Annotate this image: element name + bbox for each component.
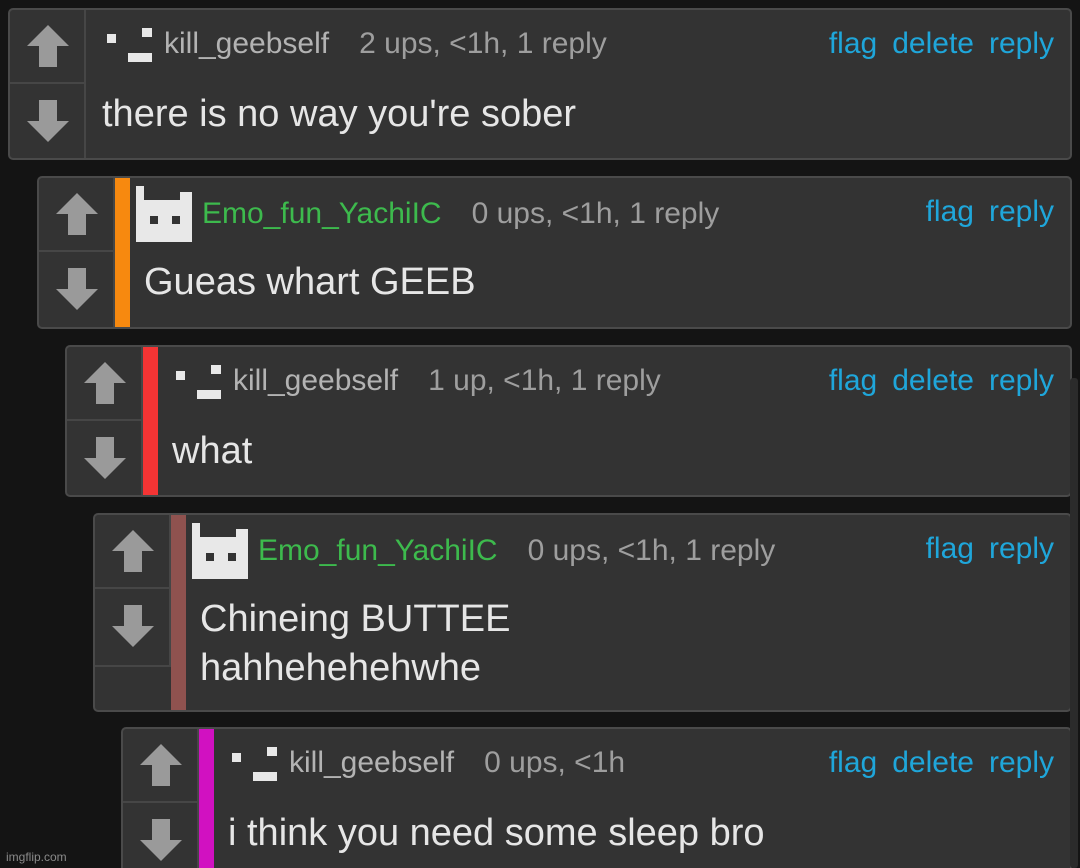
- vote-column: [67, 347, 143, 495]
- downvote-button[interactable]: [39, 252, 115, 326]
- avatar: [232, 747, 277, 781]
- flag-link[interactable]: flag: [829, 364, 877, 398]
- comment: kill_geebself 0 ups, <1h flag delete rep…: [121, 727, 1072, 868]
- upvote-button[interactable]: [10, 10, 86, 84]
- flag-link[interactable]: flag: [926, 532, 974, 566]
- comment-actions: flag reply: [926, 529, 1054, 569]
- watermark: imgflip.com: [6, 850, 67, 864]
- comment-text: there is no way you're sober: [102, 93, 577, 135]
- arrow-up-icon: [56, 193, 98, 235]
- comment-text: Gueas whart GEEB: [144, 261, 476, 303]
- downvote-button[interactable]: [10, 84, 86, 158]
- username[interactable]: kill_geebself: [233, 364, 398, 398]
- arrow-down-icon: [112, 605, 154, 647]
- comment-text: what: [172, 430, 253, 472]
- comment: Emo_fun_YachiIC 0 ups, <1h, 1 reply flag…: [37, 176, 1072, 329]
- reply-link[interactable]: reply: [989, 27, 1054, 61]
- comment-header: kill_geebself 2 ups, <1h, 1 reply: [104, 24, 607, 64]
- delete-link[interactable]: delete: [892, 364, 974, 398]
- upvote-button[interactable]: [67, 347, 143, 421]
- upvote-button[interactable]: [123, 729, 199, 803]
- arrow-down-icon: [140, 819, 182, 861]
- arrow-down-icon: [56, 268, 98, 310]
- reply-link[interactable]: reply: [989, 532, 1054, 566]
- vote-column: [39, 178, 115, 327]
- downvote-button[interactable]: [123, 803, 199, 868]
- delete-link[interactable]: delete: [892, 27, 974, 61]
- avatar: [192, 523, 248, 579]
- flag-link[interactable]: flag: [926, 195, 974, 229]
- comment-actions: flag delete reply: [829, 743, 1054, 783]
- comment-actions: flag reply: [926, 192, 1054, 232]
- avatar: [176, 365, 221, 399]
- upvote-button[interactable]: [39, 178, 115, 252]
- comment-actions: flag delete reply: [829, 361, 1054, 401]
- reply-link[interactable]: reply: [989, 746, 1054, 780]
- username[interactable]: kill_geebself: [164, 27, 329, 61]
- comment-header: kill_geebself 0 ups, <1h: [229, 743, 625, 783]
- comment-header: Emo_fun_YachiIC 0 ups, <1h, 1 reply: [192, 523, 775, 579]
- scrollbar[interactable]: [1070, 378, 1078, 868]
- reply-link[interactable]: reply: [989, 195, 1054, 229]
- upvote-button[interactable]: [95, 515, 171, 589]
- comment-actions: flag delete reply: [829, 24, 1054, 64]
- arrow-down-icon: [84, 437, 126, 479]
- arrow-up-icon: [84, 362, 126, 404]
- vote-column: [123, 729, 199, 868]
- arrow-up-icon: [140, 744, 182, 786]
- comment-meta: 0 ups, <1h: [484, 746, 626, 779]
- reply-link[interactable]: reply: [989, 364, 1054, 398]
- thread-depth-stripe: [199, 729, 214, 868]
- comment-thread: kill_geebself 2 ups, <1h, 1 reply flag d…: [0, 0, 1080, 868]
- vote-column: [10, 10, 86, 158]
- arrow-up-icon: [27, 25, 69, 67]
- avatar: [136, 186, 192, 242]
- comment-meta: 2 ups, <1h, 1 reply: [359, 27, 607, 60]
- arrow-up-icon: [112, 530, 154, 572]
- comment: kill_geebself 1 up, <1h, 1 reply flag de…: [65, 345, 1072, 497]
- thread-depth-stripe: [171, 515, 186, 710]
- comment-meta: 0 ups, <1h, 1 reply: [471, 197, 720, 230]
- downvote-button[interactable]: [67, 421, 143, 495]
- thread-depth-stripe: [115, 178, 130, 327]
- arrow-down-icon: [27, 100, 69, 142]
- comment: kill_geebself 2 ups, <1h, 1 reply flag d…: [8, 8, 1072, 160]
- delete-link[interactable]: delete: [892, 746, 974, 780]
- comment-text: i think you need some sleep bro: [228, 812, 765, 854]
- username[interactable]: Emo_fun_YachiIC: [258, 534, 498, 568]
- downvote-button[interactable]: [95, 589, 171, 663]
- comment-header: Emo_fun_YachiIC 0 ups, <1h, 1 reply: [136, 186, 719, 242]
- comment-meta: 1 up, <1h, 1 reply: [428, 364, 661, 397]
- username[interactable]: kill_geebself: [289, 746, 454, 780]
- comment: Emo_fun_YachiIC 0 ups, <1h, 1 reply flag…: [93, 513, 1072, 712]
- comment-meta: 0 ups, <1h, 1 reply: [527, 534, 776, 567]
- vote-column: [95, 515, 171, 667]
- username[interactable]: Emo_fun_YachiIC: [202, 197, 442, 231]
- flag-link[interactable]: flag: [829, 746, 877, 780]
- comment-text: Chineing BUTTEE hahhehehehwhe: [200, 598, 511, 689]
- flag-link[interactable]: flag: [829, 27, 877, 61]
- avatar: [107, 28, 152, 62]
- thread-depth-stripe: [143, 347, 158, 495]
- comment-header: kill_geebself 1 up, <1h, 1 reply: [173, 361, 661, 401]
